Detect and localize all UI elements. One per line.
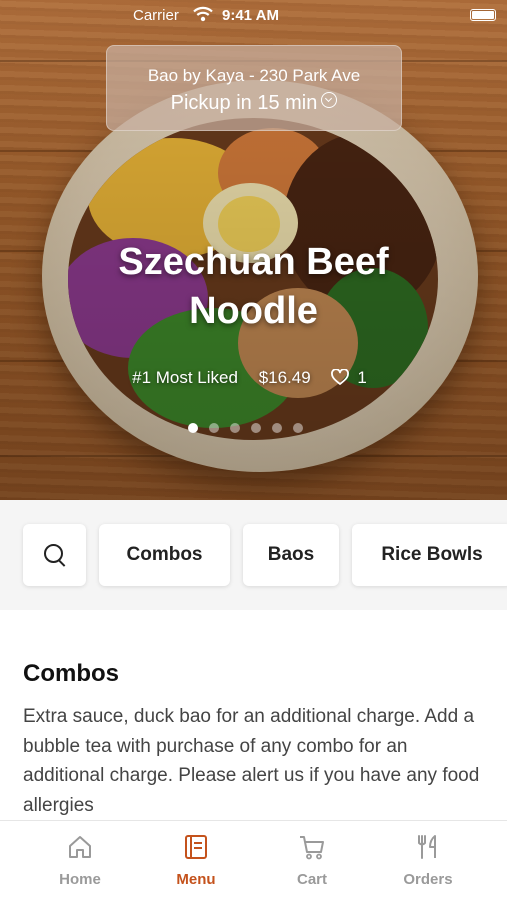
carousel-dot[interactable] xyxy=(209,423,219,433)
featured-hero[interactable]: Carrier 9:41 AM Bao by Kaya - 230 Park A… xyxy=(0,0,507,500)
section-description: Extra sauce, duck bao for an additional … xyxy=(23,706,480,816)
carousel-dot[interactable] xyxy=(293,423,303,433)
tab-bar: Home Menu Cart Orders xyxy=(0,820,507,900)
location-selector[interactable]: Bao by Kaya - 230 Park Ave Pickup in 15 … xyxy=(106,45,402,131)
tab-orders[interactable]: Orders xyxy=(365,821,491,900)
tab-home[interactable]: Home xyxy=(17,821,143,900)
tab-cart[interactable]: Cart xyxy=(249,821,375,900)
orders-icon xyxy=(418,835,436,859)
pickup-label: Pickup in 15 min xyxy=(170,92,318,114)
tab-label: Orders xyxy=(403,871,453,888)
battery-icon xyxy=(470,9,496,21)
carousel-dot[interactable] xyxy=(272,423,282,433)
category-chip-combos[interactable]: Combos xyxy=(99,524,230,586)
chevron-circle-down-icon xyxy=(321,92,338,108)
menu-icon xyxy=(185,835,207,859)
tab-label: Home xyxy=(59,871,101,888)
category-chip-baos[interactable]: Baos xyxy=(243,524,339,586)
heart-icon xyxy=(331,369,350,385)
carrier-label: Carrier xyxy=(133,7,179,24)
carousel-dot[interactable] xyxy=(188,423,198,433)
status-bar: Carrier 9:41 AM xyxy=(0,0,507,30)
search-icon xyxy=(42,542,68,568)
tab-label: Cart xyxy=(296,871,327,888)
featured-dish-title: Szechuan Beef Noodle xyxy=(118,241,389,332)
like-count: 1 xyxy=(357,368,367,387)
cart-icon xyxy=(300,836,324,860)
menu-section: Combos Extra sauce, duck bao for an addi… xyxy=(0,610,507,820)
pickup-time: Pickup in 15 min xyxy=(107,92,401,115)
home-icon xyxy=(69,836,91,858)
section-title: Combos xyxy=(23,660,119,687)
featured-dish-meta: #1 Most Liked $16.49 1 xyxy=(0,368,507,388)
search-button[interactable] xyxy=(23,524,86,586)
popularity-badge: #1 Most Liked xyxy=(132,368,238,387)
carousel-dot[interactable] xyxy=(251,423,261,433)
restaurant-location: Bao by Kaya - 230 Park Ave xyxy=(147,66,361,85)
category-bar: Combos Baos Rice Bowls xyxy=(0,500,507,610)
wifi-icon xyxy=(193,6,213,22)
like-button[interactable]: 1 xyxy=(331,368,374,387)
dish-price: $16.49 xyxy=(258,368,311,387)
tab-label: Menu xyxy=(176,871,216,888)
clock: 9:41 AM xyxy=(222,7,279,24)
tab-menu[interactable]: Menu xyxy=(133,821,259,900)
category-chip-rice-bowls[interactable]: Rice Bowls xyxy=(352,524,507,586)
carousel-dot[interactable] xyxy=(230,423,240,433)
